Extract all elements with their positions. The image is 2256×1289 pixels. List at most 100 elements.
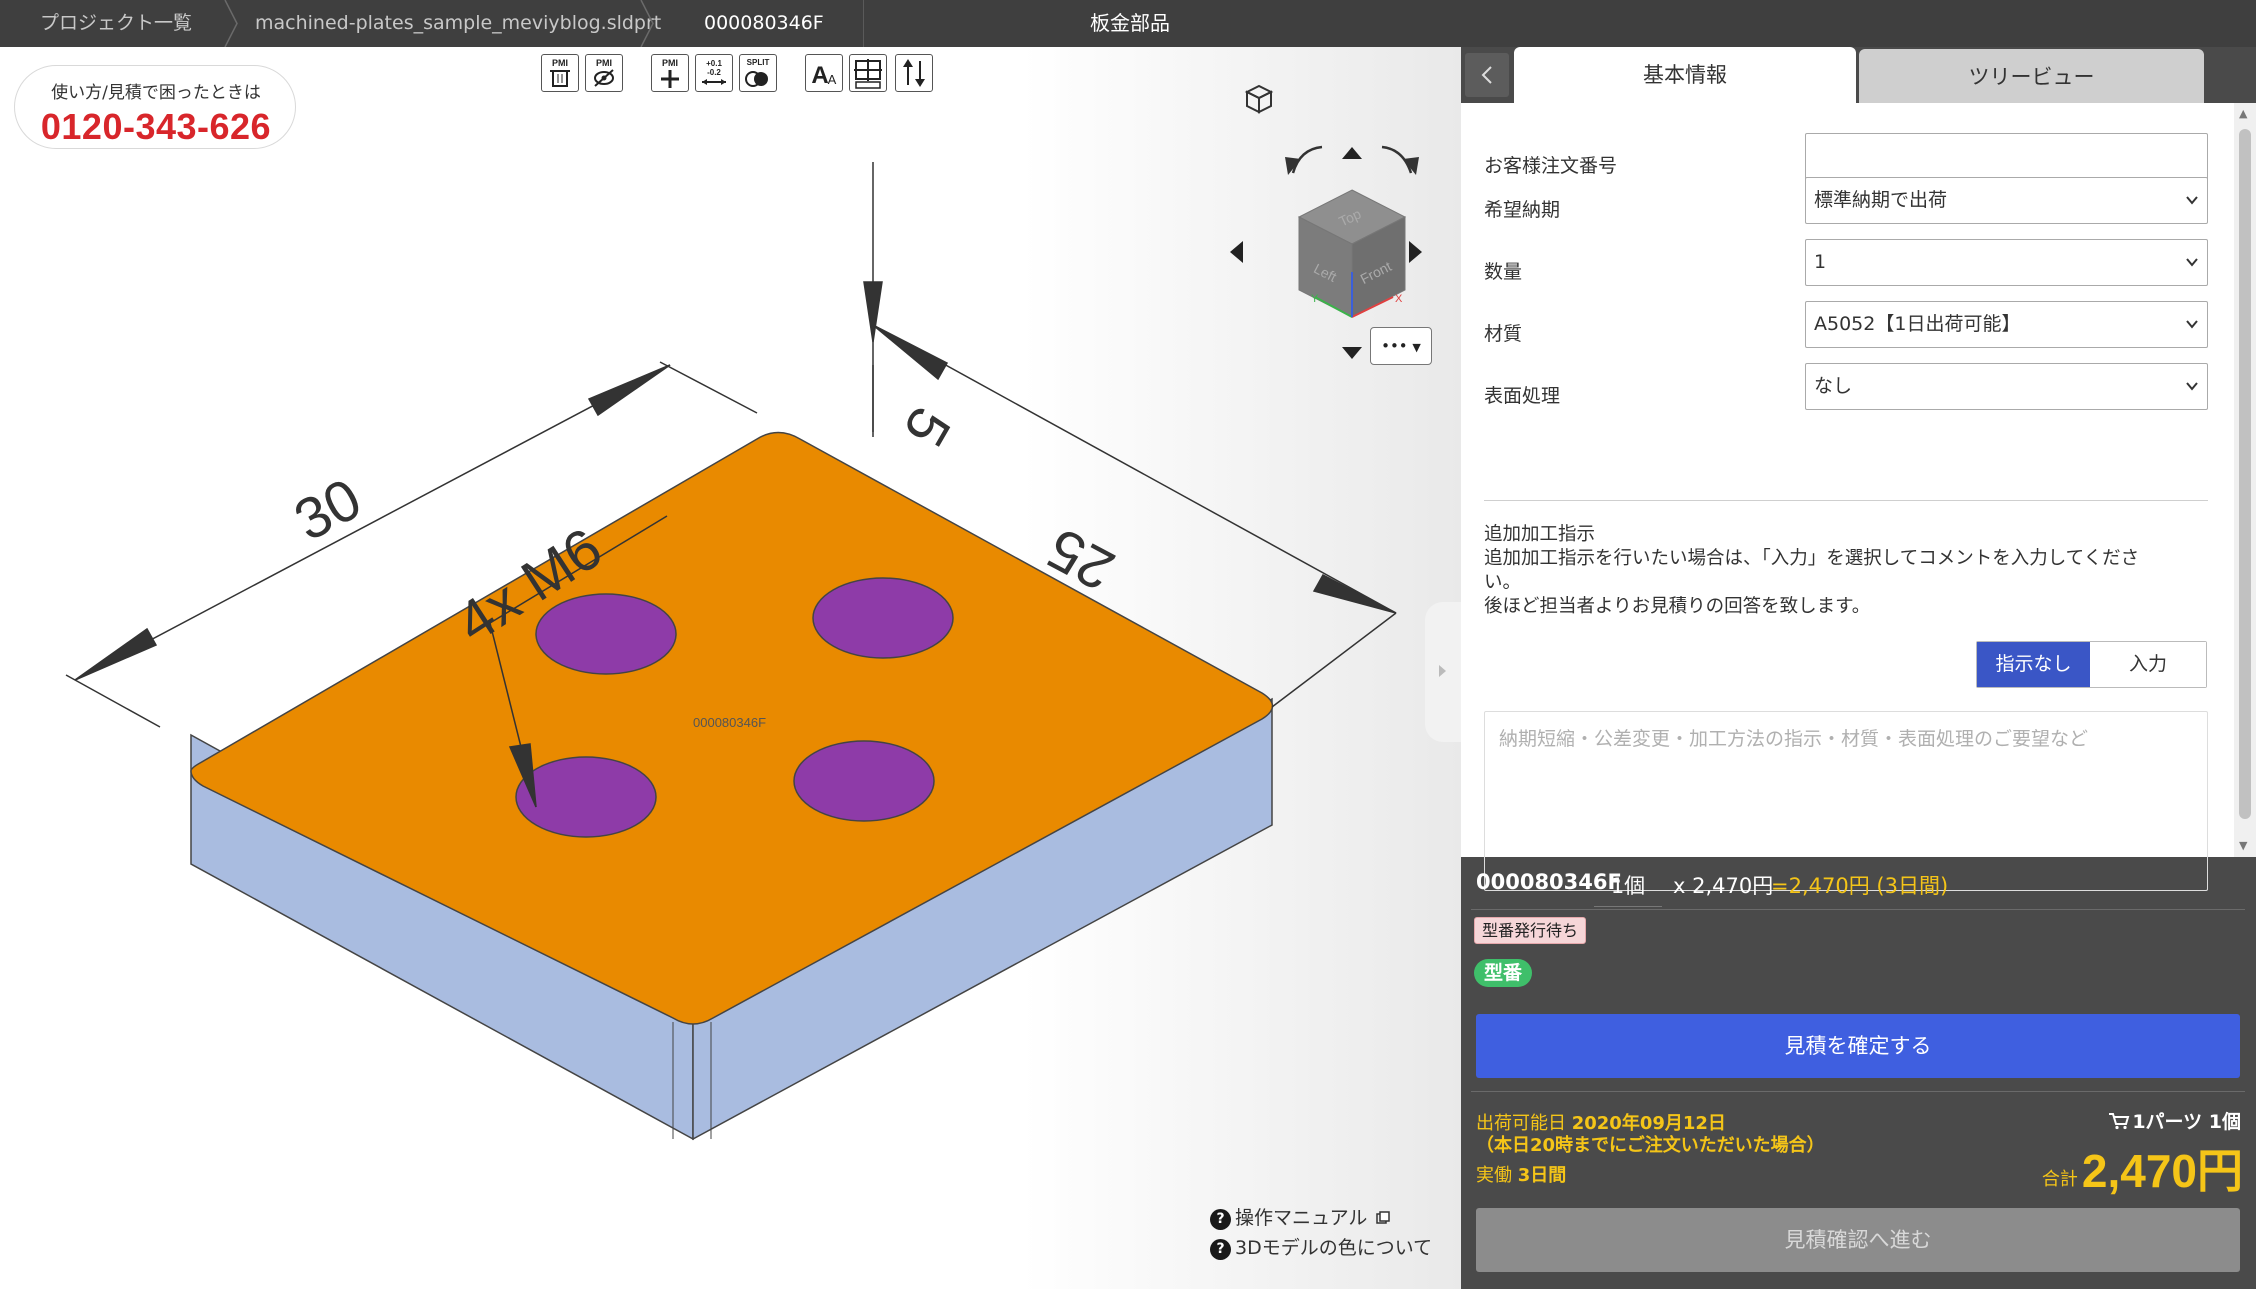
delivery-label: 希望納期 — [1484, 199, 1561, 221]
toggle-no-instruction[interactable]: 指示なし — [1977, 642, 2090, 687]
scrollbar[interactable]: ▲ ▼ — [2234, 103, 2256, 857]
direction-arrow-icon — [903, 59, 925, 87]
cart-icon — [2109, 1113, 2130, 1130]
pmi-add-button[interactable]: PMI — [651, 54, 689, 92]
hole — [812, 577, 954, 659]
tab-tree-view[interactable]: ツリービュー — [1859, 49, 2204, 105]
surface-select[interactable]: なし — [1805, 363, 2208, 410]
extra-note-line: 後ほど担当者よりお見積りの回答を致します。 — [1484, 596, 1871, 617]
scroll-thumb[interactable] — [2239, 129, 2251, 819]
summary-total: =2,470円 (3日間) — [1771, 874, 1949, 898]
pmi-add-icon: PMI — [661, 58, 679, 88]
font-size-button[interactable]: AA — [805, 54, 843, 92]
proceed-quote-button[interactable]: 見積確認へ進む — [1476, 1208, 2240, 1272]
quantity-select[interactable]: 1 — [1805, 239, 2208, 286]
section-icon — [854, 59, 882, 89]
model-colors-link[interactable]: ? 3Dモデルの色について — [1210, 1235, 1432, 1261]
grand-total-label: 合計 — [2041, 1169, 2078, 1190]
work-days: 3日間 — [1517, 1165, 1567, 1186]
svg-text:A: A — [811, 62, 828, 89]
dimension-5 — [863, 162, 883, 437]
summary-row: 000080346F 1個 x 2,470円 =2,470円 (3日間) — [1461, 857, 2256, 907]
form-divider — [1484, 500, 2208, 501]
extra-note-line: い。 — [1484, 572, 1522, 593]
hole — [515, 756, 657, 838]
grand-total: 合計2,470円 — [1961, 1135, 2243, 1201]
hole — [793, 740, 935, 822]
svg-text:A: A — [828, 72, 837, 87]
part-id-label: 000080346F — [693, 715, 767, 730]
dropdown-caret-icon: ▼ — [1412, 341, 1421, 354]
summary-quantity: 1個 — [1594, 870, 1662, 907]
material-label: 材質 — [1484, 323, 1523, 345]
chevron-down-icon — [2186, 382, 2198, 391]
chevron-left-icon — [1481, 66, 1492, 84]
view-up-icon[interactable] — [1342, 147, 1362, 159]
panel-collapse-tab[interactable] — [1425, 602, 1461, 742]
chevron-down-icon — [2186, 258, 2198, 267]
svg-text:PMI: PMI — [596, 58, 612, 68]
work-days-line: 実働 3日間 — [1476, 1165, 1567, 1186]
extra-note-line: 追加加工指示を行いたい場合は、「入力」を選択してコメントを入力してくださ — [1484, 548, 2140, 569]
delivery-select[interactable]: 標準納期で出荷 — [1805, 177, 2208, 224]
order-number-label: お客様注文番号 — [1484, 155, 1618, 177]
basic-info-form: お客様注文番号 希望納期 標準納期で出荷 数量 1 材質 A5052【1日出荷可… — [1461, 103, 2234, 891]
help-badge[interactable]: 使い方/見積で困ったときは 0120-343-626 — [14, 65, 296, 149]
home-cube-icon[interactable] — [1244, 84, 1274, 114]
split-icon: SPLIT — [745, 58, 770, 87]
view-left-icon[interactable] — [1230, 241, 1243, 263]
extra-title: 追加加工指示 — [1484, 524, 1596, 545]
split-button[interactable]: SPLIT — [739, 54, 777, 92]
view-down-icon[interactable] — [1342, 347, 1362, 359]
toggle-input-instruction[interactable]: 入力 — [2090, 642, 2206, 687]
pmi-delete-icon: PMI — [550, 58, 570, 87]
breadcrumb-file[interactable]: machined-plates_sample_meviyblog.sldprt — [255, 0, 661, 47]
manual-link[interactable]: ? 操作マニュアル — [1210, 1205, 1391, 1231]
order-number-input[interactable] — [1805, 133, 2208, 180]
svg-text:PMI: PMI — [552, 58, 568, 68]
tolerance-icon: +0.1-0.2 — [702, 59, 726, 85]
panel-tabs: 基本情報 ツリービュー — [1461, 47, 2256, 105]
svg-text:X: X — [1395, 293, 1403, 305]
material-select[interactable]: A5052【1日出荷可能】 — [1805, 301, 2208, 348]
dimension-text-thickness: 5 — [891, 397, 963, 457]
chevron-right-icon — [1439, 665, 1446, 677]
back-button[interactable] — [1465, 53, 1509, 97]
ship-note: （本日20時までにご注文いただいた場合） — [1476, 1135, 1825, 1156]
quantity-label: 数量 — [1484, 261, 1523, 283]
model-number-badge[interactable]: 型番 — [1474, 959, 1533, 987]
tolerance-button[interactable]: +0.1 -0.2 — [695, 54, 733, 92]
help-phone[interactable]: 0120-343-626 — [15, 106, 297, 148]
quote-panel: 基本情報 ツリービュー お客様注文番号 希望納期 標準納期で出荷 数量 1 材質… — [1461, 47, 2256, 1289]
more-options-button[interactable]: ••• ▼ — [1370, 327, 1432, 365]
tab-basic-info[interactable]: 基本情報 — [1514, 47, 1856, 103]
breadcrumb-project-list[interactable]: プロジェクト一覧 — [40, 0, 192, 47]
breadcrumb-part: 000080346F — [704, 12, 824, 34]
summary-unit-price: x 2,470円 — [1673, 874, 1774, 898]
3d-viewer[interactable]: 30 25 5 4x M6 000080346F 使い方/見積で困ったときは 0… — [0, 47, 1461, 1289]
external-link-icon — [1376, 1211, 1391, 1224]
pmi-delete-button[interactable]: PMI — [541, 54, 579, 92]
status-badge: 型番発行待ち — [1474, 917, 1587, 944]
svg-text:+0.1: +0.1 — [706, 59, 722, 68]
grand-total-value: 2,470円 — [2081, 1145, 2243, 1197]
svg-text:PMI: PMI — [662, 58, 678, 68]
topbar-divider — [863, 0, 864, 47]
summary-divider — [1471, 1091, 2245, 1092]
more-label: ••• — [1381, 337, 1408, 355]
pmi-hide-button[interactable]: PMI — [585, 54, 623, 92]
direction-button[interactable] — [895, 54, 933, 92]
chevron-down-icon — [2186, 320, 2198, 329]
svg-text:SPLIT: SPLIT — [747, 58, 770, 67]
scroll-up-icon[interactable]: ▲ — [2239, 107, 2247, 120]
section-button[interactable] — [849, 54, 887, 92]
top-bar: プロジェクト一覧 machined-plates_sample_meviyblo… — [0, 0, 2256, 47]
cart-summary[interactable]: 1パーツ 1個 — [2061, 1107, 2241, 1134]
confirm-quote-button[interactable]: 見積を確定する — [1476, 1014, 2240, 1078]
scroll-down-icon[interactable]: ▼ — [2239, 839, 2247, 852]
summary-divider — [1471, 909, 2245, 910]
svg-text:Y: Y — [1311, 293, 1319, 305]
breadcrumb-separator-icon — [224, 0, 238, 47]
svg-text:-0.2: -0.2 — [707, 68, 721, 77]
view-right-icon[interactable] — [1409, 241, 1422, 263]
